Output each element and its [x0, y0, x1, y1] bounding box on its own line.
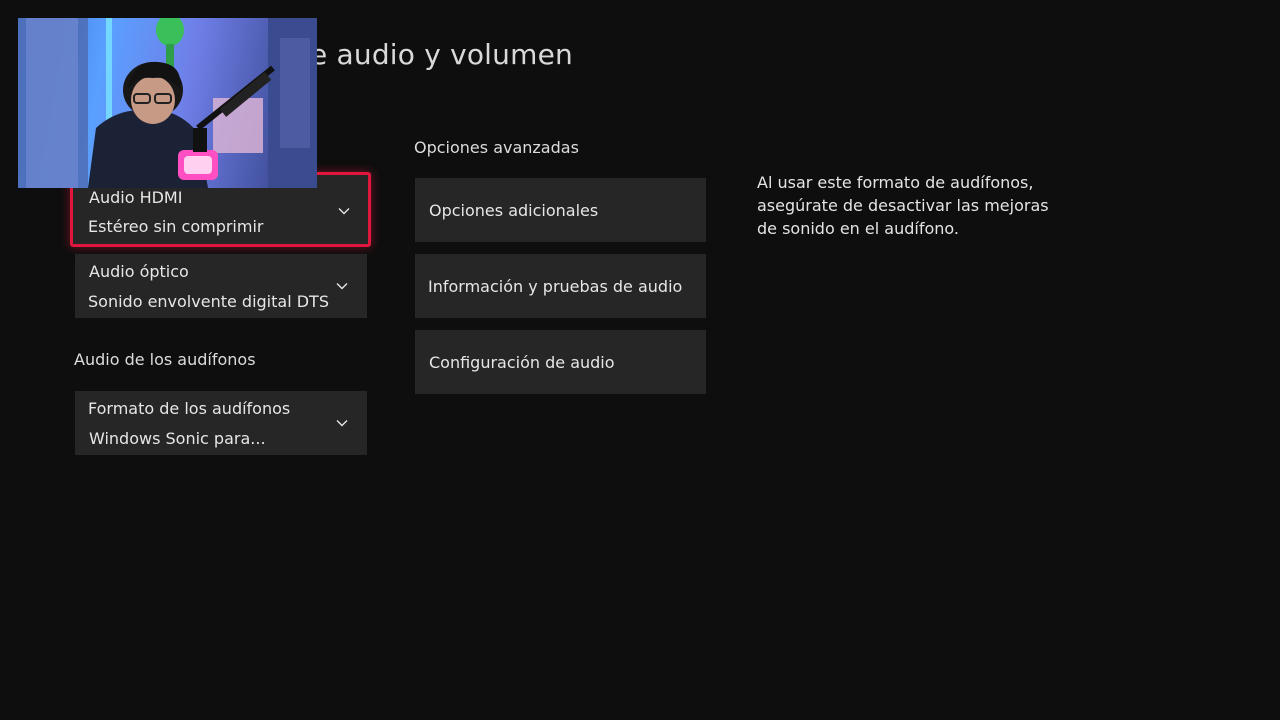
optical-audio-dropdown[interactable]: Audio óptico Sonido envolvente digital D… — [75, 254, 367, 318]
chevron-down-icon — [336, 420, 348, 427]
audio-configuration-button[interactable]: Configuración de audio — [415, 330, 706, 394]
audio-settings-page: e audio y volumen Audio HDMI Estéreo sin… — [0, 0, 1280, 720]
chevron-down-icon — [336, 283, 348, 290]
headset-audio-section-label: Audio de los audífonos — [74, 350, 256, 369]
webcam-overlay — [18, 18, 317, 188]
webcam-scene-icon — [18, 18, 317, 188]
optical-audio-label: Audio óptico — [89, 262, 189, 281]
additional-options-button[interactable]: Opciones adicionales — [415, 178, 706, 242]
headset-format-dropdown[interactable]: Formato de los audífonos Windows Sonic p… — [75, 391, 367, 455]
headset-format-value: Windows Sonic para... — [89, 429, 266, 448]
audio-info-tests-button[interactable]: Información y pruebas de audio — [415, 254, 706, 318]
advanced-options-label: Opciones avanzadas — [414, 138, 579, 157]
page-title: e audio y volumen — [310, 38, 573, 71]
help-description: Al usar este formato de audífonos, asegú… — [757, 173, 1049, 238]
optical-audio-value: Sonido envolvente digital DTS — [88, 292, 329, 311]
hdmi-audio-label: Audio HDMI — [89, 188, 183, 207]
chevron-down-icon — [338, 208, 350, 215]
hdmi-audio-value: Estéreo sin comprimir — [88, 217, 264, 236]
headset-format-label: Formato de los audífonos — [88, 399, 291, 418]
